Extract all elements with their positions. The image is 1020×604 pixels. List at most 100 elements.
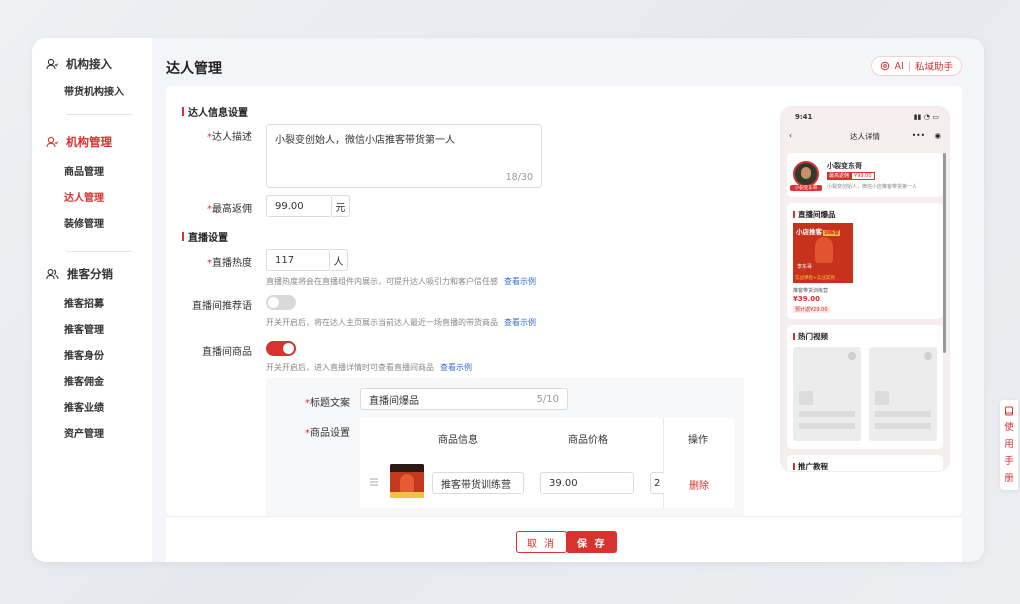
sidebar-item-decoration[interactable]: 装修管理 bbox=[32, 212, 152, 238]
sidebar-group-institution-access: 机构接入 带货机构接入 bbox=[32, 54, 152, 106]
sidebar-group-title: 机构管理 bbox=[66, 135, 112, 149]
toggle-knob bbox=[268, 297, 279, 308]
title-copy-counter: 5/10 bbox=[536, 393, 559, 405]
phone-preview: 9:41 ▮▮ ◔ ▭ ‹ 达人详情 ••• ◉ 小裂变东哥 小裂变东哥 最高返… bbox=[780, 106, 950, 472]
users-icon bbox=[46, 269, 59, 280]
commission-badge: 最高返佣 ¥99.00 bbox=[827, 172, 875, 180]
product-price-input[interactable]: 39.00 bbox=[540, 472, 634, 494]
recommend-toggle[interactable] bbox=[266, 295, 296, 310]
phone-status-icons: ▮▮ ◔ ▭ bbox=[913, 113, 939, 121]
product-image: 小店推客 训练营 李东哥 实战课程+实战案例 bbox=[793, 223, 853, 283]
see-example-link[interactable]: 查看示例 bbox=[440, 363, 472, 372]
avatar-tag: 小裂变东哥 bbox=[790, 185, 822, 191]
sidebar: 机构接入 带货机构接入 机构管理 商品管理 达人管理 装修管理 推客分销 推客招… bbox=[32, 38, 152, 562]
heat-hint: 直播热度将会在直播组件内展示，可提升达人吸引力和客户信任感 查看示例 bbox=[266, 277, 536, 286]
goods-toggle[interactable] bbox=[266, 341, 296, 356]
sidebar-item-assets[interactable]: 资产管理 bbox=[32, 422, 152, 448]
desc-label: *达人描述 bbox=[207, 132, 252, 143]
table-header: 商品信息 商品价格 操作 bbox=[360, 418, 734, 508]
user-icon bbox=[46, 136, 58, 148]
sidebar-group-header[interactable]: 机构管理 bbox=[32, 132, 152, 152]
sidebar-item-performance[interactable]: 推客业绩 bbox=[32, 396, 152, 422]
see-example-link[interactable]: 查看示例 bbox=[504, 318, 536, 327]
back-icon: ‹ bbox=[789, 131, 792, 140]
sidebar-divider bbox=[66, 251, 132, 252]
goods-table: 商品信息 商品价格 操作 推客带货训练营 39.00 2 删除 bbox=[360, 418, 734, 508]
ai-label: 私域助手 bbox=[914, 62, 953, 73]
product-name-input[interactable]: 推客带货训练营 bbox=[432, 472, 524, 494]
avatar bbox=[793, 161, 819, 187]
video-title: 热门视频 bbox=[793, 331, 828, 342]
sidebar-item-promoter-mgmt[interactable]: 推客管理 bbox=[32, 318, 152, 344]
sidebar-group-distribution: 推客分销 推客招募 推客管理 推客身份 推客佣金 推客业绩 资产管理 bbox=[32, 264, 152, 448]
profile-desc: 小裂变创始人，微信小店推客带货第一人 bbox=[827, 184, 918, 190]
toggle-knob bbox=[283, 343, 294, 354]
col-goods-price: 商品价格 bbox=[568, 434, 608, 446]
footer-bar: 取 消 保 存 bbox=[166, 516, 962, 562]
product-extra-input[interactable]: 2 bbox=[650, 472, 664, 494]
phone-nav-title: 达人详情 bbox=[850, 132, 880, 141]
section-title-talent-info: 达人信息设置 bbox=[182, 104, 248, 119]
col-goods-info: 商品信息 bbox=[438, 434, 478, 446]
product-sub: 实战课程+实战案例 bbox=[795, 276, 835, 281]
sidebar-group-institution-mgmt: 机构管理 商品管理 达人管理 装修管理 bbox=[32, 132, 152, 238]
ai-icon bbox=[881, 61, 890, 71]
sidebar-group-title: 机构接入 bbox=[66, 57, 112, 71]
goods-setting-label: *商品设置 bbox=[305, 428, 350, 439]
phone-nav: ‹ 达人详情 ••• ◉ bbox=[781, 131, 949, 147]
ai-assistant-button[interactable]: AI | 私域助手 bbox=[871, 56, 962, 76]
phone-time: 9:41 bbox=[795, 113, 813, 121]
sidebar-item-goods-institution[interactable]: 带货机构接入 bbox=[32, 80, 152, 106]
heat-label: *直播热度 bbox=[207, 258, 252, 269]
sidebar-item-identity[interactable]: 推客身份 bbox=[32, 344, 152, 370]
video-thumb[interactable] bbox=[869, 347, 937, 441]
manual-char: 册 bbox=[1004, 473, 1014, 484]
title-copy-input[interactable]: 直播间爆品 5/10 bbox=[360, 388, 568, 410]
save-button[interactable]: 保 存 bbox=[566, 531, 618, 553]
recommend-label: 直播间推荐语 bbox=[192, 301, 252, 312]
user-icon bbox=[46, 58, 58, 70]
phone-status-bar: 9:41 ▮▮ ◔ ▭ bbox=[795, 113, 939, 121]
main-area: 达人管理 AI | 私域助手 达人信息设置 *达人描述 小裂变创始人，微信小店推… bbox=[152, 38, 984, 562]
desc-value: 小裂变创始人，微信小店推客带货第一人 bbox=[275, 135, 455, 146]
manual-char: 手 bbox=[1004, 456, 1014, 467]
title-copy-label: *标题文案 bbox=[305, 398, 350, 409]
table-row: 推客带货训练营 39.00 2 删除 bbox=[360, 458, 734, 508]
product-name: 推客带货训练营 bbox=[793, 288, 829, 294]
col-action: 操作 bbox=[688, 434, 708, 446]
phone-scrollbar[interactable] bbox=[943, 153, 946, 353]
more-icon: ••• bbox=[911, 131, 925, 140]
product-banner: 小店推客 训练营 bbox=[796, 228, 841, 236]
sidebar-group-header[interactable]: 机构接入 bbox=[32, 54, 152, 74]
sidebar-item-talent[interactable]: 达人管理 bbox=[32, 186, 152, 212]
ai-separator: | bbox=[907, 60, 911, 72]
sidebar-item-recruit[interactable]: 推客招募 bbox=[32, 292, 152, 318]
commission-unit: 元 bbox=[332, 195, 350, 217]
cancel-button[interactable]: 取 消 bbox=[516, 531, 568, 553]
hot-goods-card: 直播间爆品 小店推客 训练营 李东哥 实战课程+实战案例 推客带货训练营 ¥39.… bbox=[787, 203, 943, 319]
tutorial-title: 推广教程 bbox=[793, 461, 828, 471]
drag-handle-icon[interactable] bbox=[370, 478, 378, 486]
user-manual-tab[interactable]: 使 用 手 册 bbox=[1000, 400, 1018, 490]
video-card: 热门视频 bbox=[787, 325, 943, 449]
sidebar-item-goods[interactable]: 商品管理 bbox=[32, 160, 152, 186]
commission-input[interactable]: 99.00 bbox=[266, 195, 332, 217]
sidebar-divider bbox=[66, 114, 132, 115]
manual-char: 使 bbox=[1004, 422, 1014, 433]
profile-card: 小裂变东哥 小裂变东哥 最高返佣 ¥99.00 小裂变创始人，微信小店推客带货第… bbox=[787, 153, 943, 197]
form-panel: 达人信息设置 *达人描述 小裂变创始人，微信小店推客带货第一人 18/30 *最… bbox=[166, 86, 962, 516]
heat-unit: 人 bbox=[330, 249, 348, 271]
desc-textarea[interactable]: 小裂变创始人，微信小店推客带货第一人 18/30 bbox=[266, 124, 542, 188]
desc-counter: 18/30 bbox=[505, 172, 533, 183]
product-earn: 预计返¥29.00 bbox=[793, 306, 830, 313]
delete-link[interactable]: 删除 bbox=[689, 477, 709, 492]
see-example-link[interactable]: 查看示例 bbox=[504, 277, 536, 286]
app-window: 机构接入 带货机构接入 机构管理 商品管理 达人管理 装修管理 推客分销 推客招… bbox=[32, 38, 984, 562]
video-thumb[interactable] bbox=[793, 347, 861, 441]
product-price: ¥39.00 bbox=[793, 295, 821, 303]
sidebar-group-header[interactable]: 推客分销 bbox=[32, 264, 152, 284]
page-title: 达人管理 bbox=[166, 61, 222, 77]
sidebar-item-commission[interactable]: 推客佣金 bbox=[32, 370, 152, 396]
heat-input[interactable]: 117 bbox=[266, 249, 330, 271]
hot-goods-title: 直播间爆品 bbox=[793, 209, 836, 220]
